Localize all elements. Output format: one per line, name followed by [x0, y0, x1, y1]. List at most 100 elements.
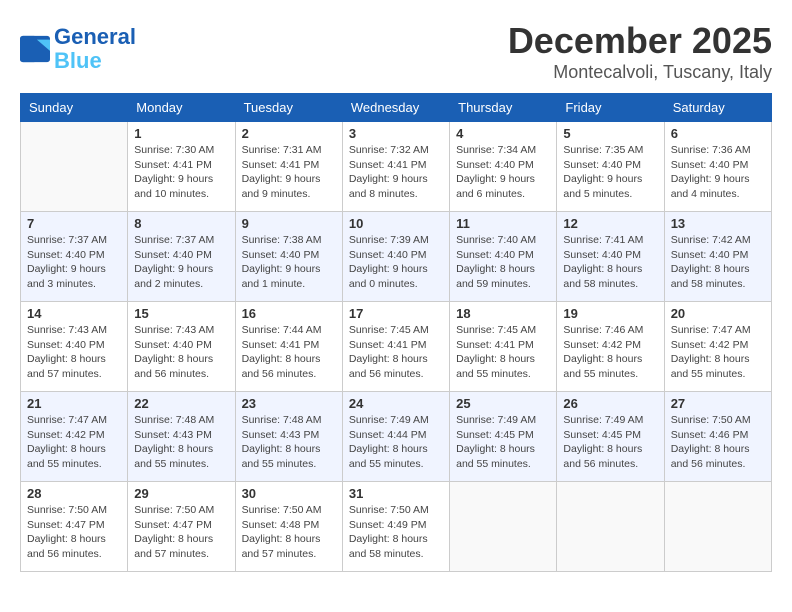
- weekday-header: Wednesday: [342, 94, 449, 122]
- day-info: Sunrise: 7:49 AMSunset: 4:45 PMDaylight:…: [563, 413, 657, 472]
- day-info: Sunrise: 7:50 AMSunset: 4:47 PMDaylight:…: [134, 503, 228, 562]
- day-info: Sunrise: 7:50 AMSunset: 4:48 PMDaylight:…: [242, 503, 336, 562]
- day-info: Sunrise: 7:48 AMSunset: 4:43 PMDaylight:…: [242, 413, 336, 472]
- weekday-header: Tuesday: [235, 94, 342, 122]
- calendar-cell: 12 Sunrise: 7:41 AMSunset: 4:40 PMDayligh…: [557, 212, 664, 302]
- logo: General Blue: [20, 25, 136, 73]
- calendar-cell: 27 Sunrise: 7:50 AMSunset: 4:46 PMDayligh…: [664, 392, 771, 482]
- calendar-cell: 25Sunrise: 7:49 AMSunset: 4:45 PMDayligh…: [450, 392, 557, 482]
- day-info: Sunrise: 7:30 AMSunset: 4:41 PMDaylight:…: [134, 143, 228, 202]
- calendar-cell: 5 Sunrise: 7:35 AMSunset: 4:40 PMDaylight…: [557, 122, 664, 212]
- day-info: Sunrise: 7:38 AMSunset: 4:40 PMDaylight:…: [242, 233, 336, 292]
- day-number: 9: [242, 216, 336, 231]
- calendar-cell: 21 Sunrise: 7:47 AMSunset: 4:42 PMDayligh…: [21, 392, 128, 482]
- day-number: 24: [349, 396, 443, 411]
- calendar-cell: 20 Sunrise: 7:47 AMSunset: 4:42 PMDayligh…: [664, 302, 771, 392]
- weekday-header: Sunday: [21, 94, 128, 122]
- day-number: 5: [563, 126, 657, 141]
- calendar-cell: [21, 122, 128, 212]
- calendar-cell: 8Sunrise: 7:37 AMSunset: 4:40 PMDaylight…: [128, 212, 235, 302]
- day-info: Sunrise: 7:45 AMSunset: 4:41 PMDaylight:…: [456, 323, 550, 382]
- logo-blue: Blue: [54, 48, 102, 73]
- calendar-week-row: 21 Sunrise: 7:47 AMSunset: 4:42 PMDayligh…: [21, 392, 772, 482]
- calendar-cell: 13 Sunrise: 7:42 AMSunset: 4:40 PMDayligh…: [664, 212, 771, 302]
- day-info: Sunrise: 7:49 AMSunset: 4:44 PMDaylight:…: [349, 413, 443, 472]
- calendar-cell: 28 Sunrise: 7:50 AMSunset: 4:47 PMDayligh…: [21, 482, 128, 572]
- calendar-week-row: 14 Sunrise: 7:43 AMSunset: 4:40 PMDayligh…: [21, 302, 772, 392]
- calendar-cell: 30 Sunrise: 7:50 AMSunset: 4:48 PMDayligh…: [235, 482, 342, 572]
- day-info: Sunrise: 7:37 AMSunset: 4:40 PMDaylight:…: [27, 233, 121, 292]
- title-area: December 2025 Montecalvoli, Tuscany, Ita…: [508, 20, 772, 83]
- day-info: Sunrise: 7:34 AMSunset: 4:40 PMDaylight:…: [456, 143, 550, 202]
- weekday-header: Friday: [557, 94, 664, 122]
- day-number: 23: [242, 396, 336, 411]
- day-info: Sunrise: 7:36 AMSunset: 4:40 PMDaylight:…: [671, 143, 765, 202]
- day-info: Sunrise: 7:47 AMSunset: 4:42 PMDaylight:…: [27, 413, 121, 472]
- day-number: 3: [349, 126, 443, 141]
- day-number: 13: [671, 216, 765, 231]
- day-number: 1: [134, 126, 228, 141]
- logo-text: General Blue: [54, 25, 136, 73]
- day-number: 29: [134, 486, 228, 501]
- day-info: Sunrise: 7:31 AMSunset: 4:41 PMDaylight:…: [242, 143, 336, 202]
- weekday-header: Thursday: [450, 94, 557, 122]
- day-info: Sunrise: 7:46 AMSunset: 4:42 PMDaylight:…: [563, 323, 657, 382]
- day-info: Sunrise: 7:50 AMSunset: 4:47 PMDaylight:…: [27, 503, 121, 562]
- weekday-header: Monday: [128, 94, 235, 122]
- calendar-cell: 15Sunrise: 7:43 AMSunset: 4:40 PMDayligh…: [128, 302, 235, 392]
- day-number: 10: [349, 216, 443, 231]
- calendar-cell: 6 Sunrise: 7:36 AMSunset: 4:40 PMDaylight…: [664, 122, 771, 212]
- calendar-cell: 19Sunrise: 7:46 AMSunset: 4:42 PMDayligh…: [557, 302, 664, 392]
- day-info: Sunrise: 7:47 AMSunset: 4:42 PMDaylight:…: [671, 323, 765, 382]
- day-number: 4: [456, 126, 550, 141]
- logo-general: General: [54, 24, 136, 49]
- calendar-cell: 4 Sunrise: 7:34 AMSunset: 4:40 PMDaylight…: [450, 122, 557, 212]
- calendar-cell: 10 Sunrise: 7:39 AMSunset: 4:40 PMDayligh…: [342, 212, 449, 302]
- month-title: December 2025: [508, 20, 772, 62]
- day-number: 31: [349, 486, 443, 501]
- day-number: 12: [563, 216, 657, 231]
- day-number: 11: [456, 216, 550, 231]
- day-info: Sunrise: 7:43 AMSunset: 4:40 PMDaylight:…: [27, 323, 121, 382]
- day-number: 17: [349, 306, 443, 321]
- day-info: Sunrise: 7:50 AMSunset: 4:49 PMDaylight:…: [349, 503, 443, 562]
- weekday-header: Saturday: [664, 94, 771, 122]
- calendar-cell: 14 Sunrise: 7:43 AMSunset: 4:40 PMDayligh…: [21, 302, 128, 392]
- day-number: 26: [563, 396, 657, 411]
- day-info: Sunrise: 7:40 AMSunset: 4:40 PMDaylight:…: [456, 233, 550, 292]
- day-number: 16: [242, 306, 336, 321]
- day-number: 22: [134, 396, 228, 411]
- day-number: 21: [27, 396, 121, 411]
- day-info: Sunrise: 7:39 AMSunset: 4:40 PMDaylight:…: [349, 233, 443, 292]
- calendar-table: SundayMondayTuesdayWednesdayThursdayFrid…: [20, 93, 772, 572]
- calendar-week-row: 7 Sunrise: 7:37 AMSunset: 4:40 PMDaylight…: [21, 212, 772, 302]
- day-info: Sunrise: 7:43 AMSunset: 4:40 PMDaylight:…: [134, 323, 228, 382]
- day-number: 20: [671, 306, 765, 321]
- day-number: 6: [671, 126, 765, 141]
- calendar-cell: 9 Sunrise: 7:38 AMSunset: 4:40 PMDaylight…: [235, 212, 342, 302]
- calendar-week-row: 28 Sunrise: 7:50 AMSunset: 4:47 PMDayligh…: [21, 482, 772, 572]
- day-number: 30: [242, 486, 336, 501]
- weekday-header-row: SundayMondayTuesdayWednesdayThursdayFrid…: [21, 94, 772, 122]
- location-title: Montecalvoli, Tuscany, Italy: [508, 62, 772, 83]
- day-number: 7: [27, 216, 121, 231]
- day-number: 8: [134, 216, 228, 231]
- calendar-cell: 11 Sunrise: 7:40 AMSunset: 4:40 PMDayligh…: [450, 212, 557, 302]
- calendar-cell: [557, 482, 664, 572]
- day-info: Sunrise: 7:50 AMSunset: 4:46 PMDaylight:…: [671, 413, 765, 472]
- calendar-cell: 7 Sunrise: 7:37 AMSunset: 4:40 PMDaylight…: [21, 212, 128, 302]
- calendar-cell: [450, 482, 557, 572]
- calendar-cell: [664, 482, 771, 572]
- calendar-cell: 23 Sunrise: 7:48 AMSunset: 4:43 PMDayligh…: [235, 392, 342, 482]
- calendar-cell: 18 Sunrise: 7:45 AMSunset: 4:41 PMDayligh…: [450, 302, 557, 392]
- day-number: 27: [671, 396, 765, 411]
- calendar-cell: 29 Sunrise: 7:50 AMSunset: 4:47 PMDayligh…: [128, 482, 235, 572]
- day-info: Sunrise: 7:41 AMSunset: 4:40 PMDaylight:…: [563, 233, 657, 292]
- day-info: Sunrise: 7:35 AMSunset: 4:40 PMDaylight:…: [563, 143, 657, 202]
- day-number: 28: [27, 486, 121, 501]
- day-info: Sunrise: 7:49 AMSunset: 4:45 PMDaylight:…: [456, 413, 550, 472]
- day-info: Sunrise: 7:42 AMSunset: 4:40 PMDaylight:…: [671, 233, 765, 292]
- day-number: 14: [27, 306, 121, 321]
- calendar-cell: 1 Sunrise: 7:30 AMSunset: 4:41 PMDaylight…: [128, 122, 235, 212]
- day-number: 18: [456, 306, 550, 321]
